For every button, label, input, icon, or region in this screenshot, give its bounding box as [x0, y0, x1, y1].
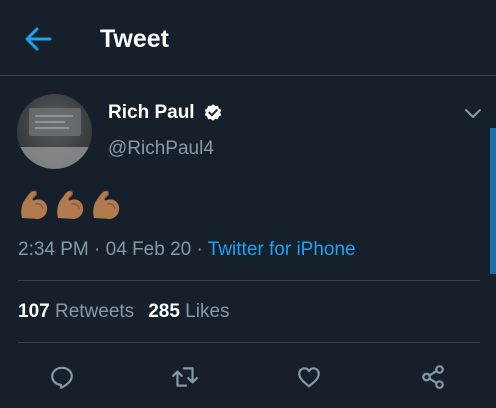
reply-icon: [51, 366, 73, 389]
like-button[interactable]: [294, 362, 324, 392]
retweet-icon: [172, 367, 198, 387]
share-icon: [422, 365, 444, 389]
flexed-biceps-icon: [21, 190, 48, 219]
like-icon: [298, 367, 320, 388]
tweet-metadata: 2:34 PM · 04 Feb 20 · Twitter for iPhone: [18, 239, 356, 260]
top-bar: Tweet: [0, 0, 496, 76]
retweet-button[interactable]: [170, 362, 200, 392]
avatar[interactable]: [17, 94, 92, 169]
tweet-stats: 107 Retweets 285 Likes: [18, 300, 230, 324]
retweets-count: 107: [18, 301, 50, 322]
flexed-biceps-icon: [93, 190, 120, 219]
scrollbar[interactable]: [490, 128, 496, 274]
author-display-name[interactable]: Rich Paul: [108, 101, 195, 125]
tweet-time: 2:34 PM: [18, 239, 89, 260]
retweets-label: Retweets: [54, 301, 135, 322]
author-handle[interactable]: @RichPaul4: [108, 137, 214, 161]
page-title: Tweet: [100, 25, 169, 53]
likes-count: 285: [148, 301, 180, 322]
verified-badge-icon: [204, 104, 221, 121]
divider: [18, 342, 480, 343]
share-button[interactable]: [418, 362, 448, 392]
arrow-left-icon: [25, 27, 52, 51]
flexed-biceps-icon: [57, 190, 84, 219]
tweet-source-link[interactable]: Twitter for iPhone: [208, 239, 356, 260]
reply-button[interactable]: [47, 362, 77, 392]
back-button[interactable]: [22, 24, 54, 54]
likes-stat[interactable]: 285 Likes: [148, 301, 229, 322]
author-name-row: Rich Paul: [108, 101, 223, 125]
tweet-date: 04 Feb 20: [105, 239, 192, 260]
retweets-stat[interactable]: 107 Retweets: [18, 301, 134, 322]
tweet-text: [18, 188, 122, 222]
likes-label: Likes: [185, 301, 230, 322]
action-bar: [0, 360, 496, 396]
divider: [18, 280, 480, 281]
chevron-down-icon[interactable]: [462, 106, 484, 122]
